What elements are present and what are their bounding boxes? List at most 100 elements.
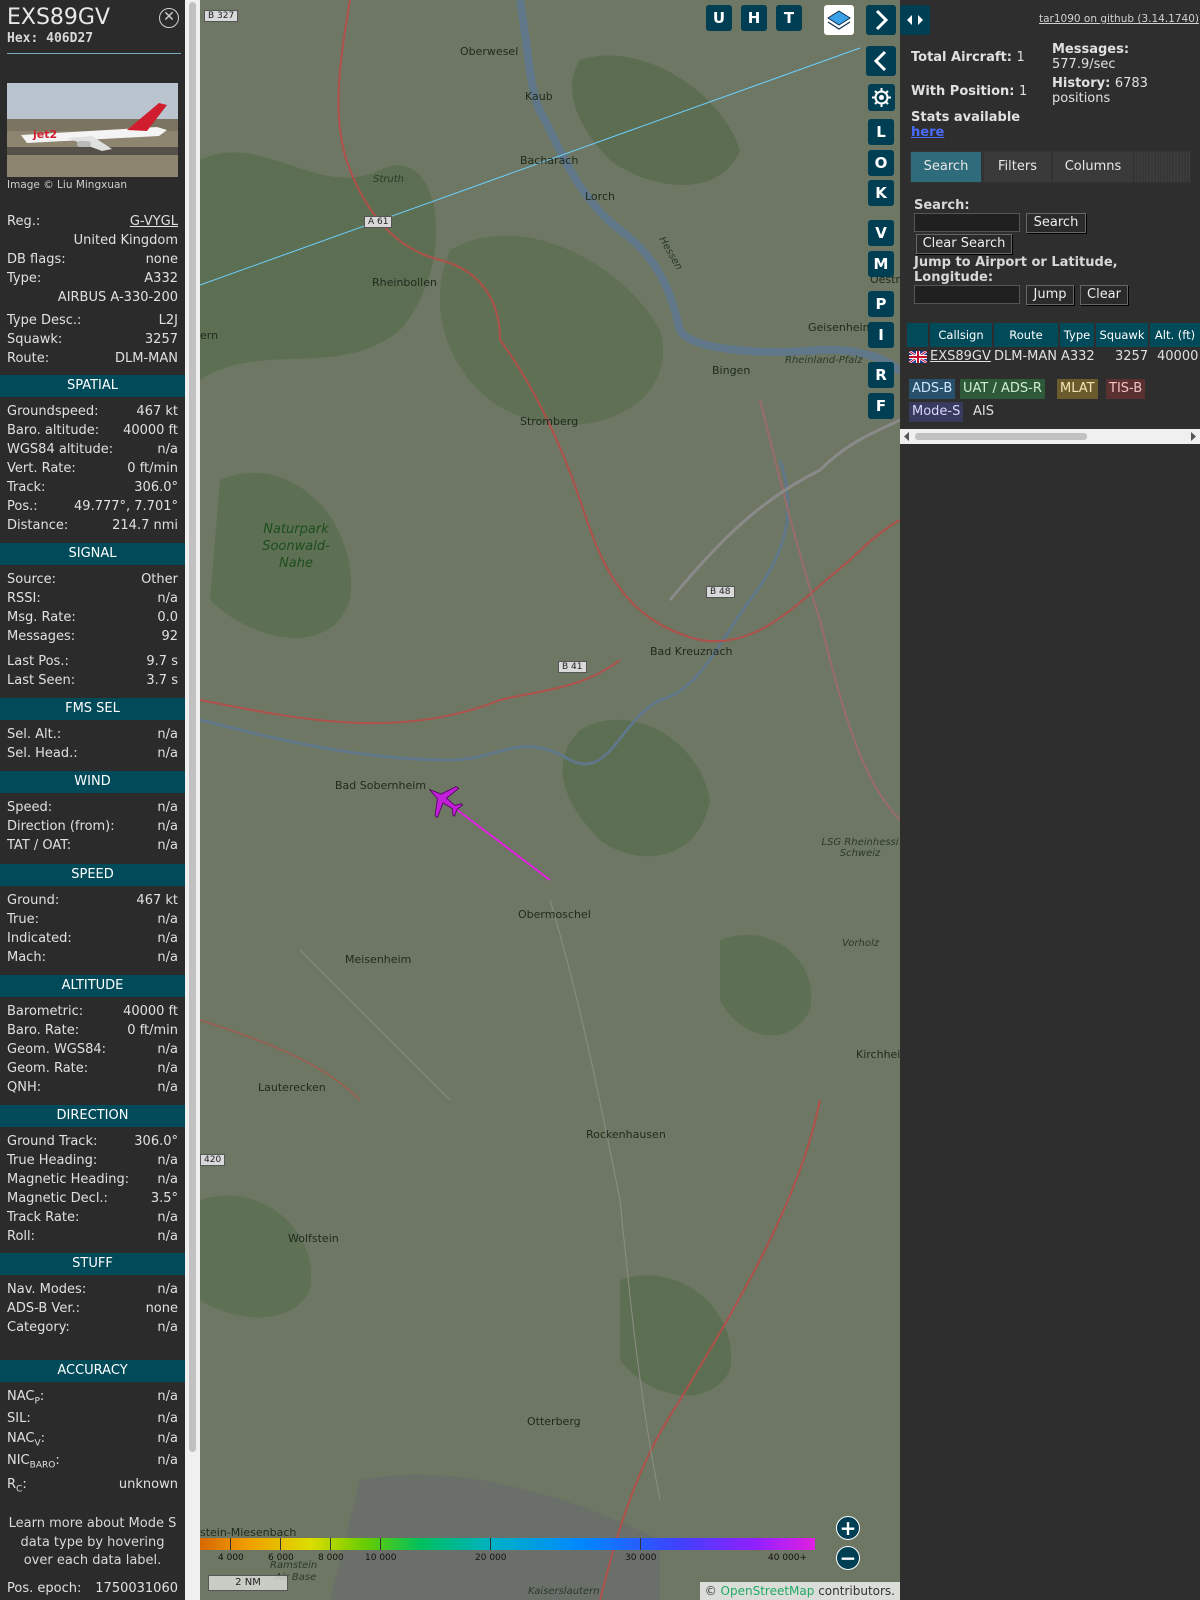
row-label: Baro. Rate: — [7, 1023, 80, 1038]
badge-ais[interactable]: AIS — [970, 402, 997, 422]
tab-filters[interactable]: Filters — [984, 152, 1051, 182]
row-label: Nav. Modes: — [7, 1282, 87, 1297]
speed-row: Ground: 467 kt — [7, 893, 178, 911]
row-label: NACV: — [7, 1431, 46, 1449]
tab-search[interactable]: Search — [911, 152, 981, 182]
map-button-v[interactable]: V — [868, 220, 894, 246]
map-button-k[interactable]: K — [868, 180, 894, 206]
search-input[interactable] — [914, 213, 1020, 232]
row-label: Barometric: — [7, 1004, 84, 1019]
aircraft-photo[interactable]: jet2 — [7, 83, 178, 177]
row-value: n/a — [157, 1431, 178, 1446]
fms-row: Sel. Alt.: n/a — [7, 727, 178, 745]
left-panel-scrollbar[interactable] — [185, 0, 200, 1600]
row-label: Baro. altitude: — [7, 423, 100, 438]
map-button-h[interactable]: H — [741, 5, 767, 31]
map-button-f[interactable]: F — [868, 393, 894, 419]
table-header-route[interactable]: Route — [994, 323, 1058, 347]
row-value: n/a — [157, 838, 178, 853]
row-value: none — [145, 1301, 178, 1316]
table-header-type[interactable]: Type — [1060, 323, 1094, 347]
nic-label: NIC — [7, 1453, 30, 1468]
map-button-m[interactable]: M — [868, 251, 894, 277]
badge-modes[interactable]: Mode-S — [909, 402, 964, 422]
accuracy-row-nacv: NACV: n/a — [7, 1431, 178, 1449]
zoom-out-button[interactable]: − — [836, 1546, 860, 1570]
place-label: Kirchheim — [856, 1048, 900, 1061]
layers-icon[interactable] — [824, 5, 854, 35]
spatial-row: Baro. altitude: 40000 ft — [7, 423, 178, 441]
map-view[interactable]: Oberwesel Kaub Bacharach Lorch Struth Rh… — [200, 0, 900, 1600]
accuracy-row-nic: NICBARO: n/a — [7, 1453, 178, 1471]
row-label: Mach: — [7, 950, 46, 965]
map-button-r[interactable]: R — [868, 362, 894, 388]
row-label: Direction (from): — [7, 819, 115, 834]
legend-tick — [490, 1538, 491, 1550]
map-button-l[interactable]: L — [868, 119, 894, 145]
table-header-altitude[interactable]: Alt. (ft) — [1150, 323, 1200, 347]
clear-search-button[interactable]: Clear Search — [916, 234, 1012, 254]
stat-label: Total Aircraft: — [911, 50, 1012, 65]
table-horizontal-scrollbar[interactable] — [900, 429, 1200, 444]
registration-link[interactable]: G-VYGL — [130, 214, 178, 229]
jump-label: Jump to Airport or Latitude, Longitude: — [914, 255, 1118, 285]
jump-button[interactable]: Jump — [1026, 285, 1074, 305]
badge-adsb[interactable]: ADS-B — [909, 379, 956, 399]
row-label: Pos. epoch: — [7, 1581, 82, 1596]
map-button-i[interactable]: I — [868, 322, 894, 348]
row-value: 40000 ft — [123, 423, 178, 438]
jump-input[interactable] — [914, 285, 1020, 304]
stats-here-link[interactable]: here — [911, 125, 944, 140]
badge-tisb[interactable]: TIS-B — [1106, 379, 1146, 399]
close-icon[interactable]: ✕ — [159, 8, 179, 28]
clear-button[interactable]: Clear — [1080, 285, 1128, 305]
github-link[interactable]: tar1090 on github (3.14.1740) — [1039, 13, 1199, 25]
nacv-label: NAC — [7, 1431, 35, 1446]
row-value: n/a — [157, 1042, 178, 1057]
row-label: Messages: — [7, 629, 76, 644]
zoom-in-button[interactable]: + — [836, 1516, 860, 1540]
badge-uat[interactable]: UAT / ADS-R — [960, 379, 1045, 399]
map-button-t[interactable]: T — [776, 5, 802, 31]
badge-mlat[interactable]: MLAT — [1057, 379, 1098, 399]
search-label: Search: — [914, 198, 970, 213]
settings-gear-icon[interactable] — [868, 84, 895, 111]
map-button-p[interactable]: P — [868, 291, 894, 317]
map-background — [200, 0, 900, 1600]
legend-tick — [230, 1538, 231, 1550]
table-header-squawk[interactable]: Squawk — [1096, 323, 1148, 347]
section-fms: FMS SEL — [0, 698, 185, 720]
table-cell-callsign[interactable]: EXS89GV — [930, 349, 991, 367]
place-label: LSG Rheinhessi Schweiz — [821, 837, 899, 859]
expand-right-icon[interactable] — [866, 5, 896, 35]
row-value: n/a — [157, 912, 178, 927]
legend-tick-label: 10 000 — [365, 1553, 397, 1563]
row-value: 3.5° — [150, 1191, 178, 1206]
row-value: n/a — [157, 1282, 178, 1297]
row-value: 306.0° — [134, 1134, 178, 1149]
table-header-callsign[interactable]: Callsign — [930, 323, 992, 347]
map-button-o[interactable]: O — [868, 150, 894, 176]
toggle-sidebar-icon[interactable] — [900, 5, 930, 35]
legend-tick-label: 6 000 — [268, 1553, 294, 1563]
row-label: Sel. Head.: — [7, 746, 78, 761]
scrollbar-thumb[interactable] — [189, 2, 196, 1452]
altitude-row: Barometric: 40000 ft — [7, 1004, 178, 1022]
stuff-row: Category: n/a — [7, 1320, 178, 1338]
row-value: 214.7 nmi — [112, 518, 178, 533]
collapse-left-icon[interactable] — [866, 46, 896, 76]
search-button[interactable]: Search — [1026, 213, 1086, 233]
spatial-row: Groundspeed: 467 kt — [7, 404, 178, 422]
row-label: Last Pos.: — [7, 654, 69, 669]
table-header-flag[interactable] — [907, 323, 928, 347]
openstreetmap-link[interactable]: OpenStreetMap — [721, 1584, 815, 1598]
row-value: 306.0° — [134, 480, 178, 495]
scroll-left-icon — [904, 432, 909, 441]
tab-columns[interactable]: Columns — [1053, 152, 1133, 182]
map-button-u[interactable]: U — [706, 5, 732, 31]
nacp-subscript: P — [34, 1396, 40, 1407]
place-label: Stromberg — [520, 415, 579, 428]
row-label: Magnetic Heading: — [7, 1172, 130, 1187]
row-value: Other — [141, 572, 178, 587]
scrollbar-thumb[interactable] — [915, 433, 1087, 440]
